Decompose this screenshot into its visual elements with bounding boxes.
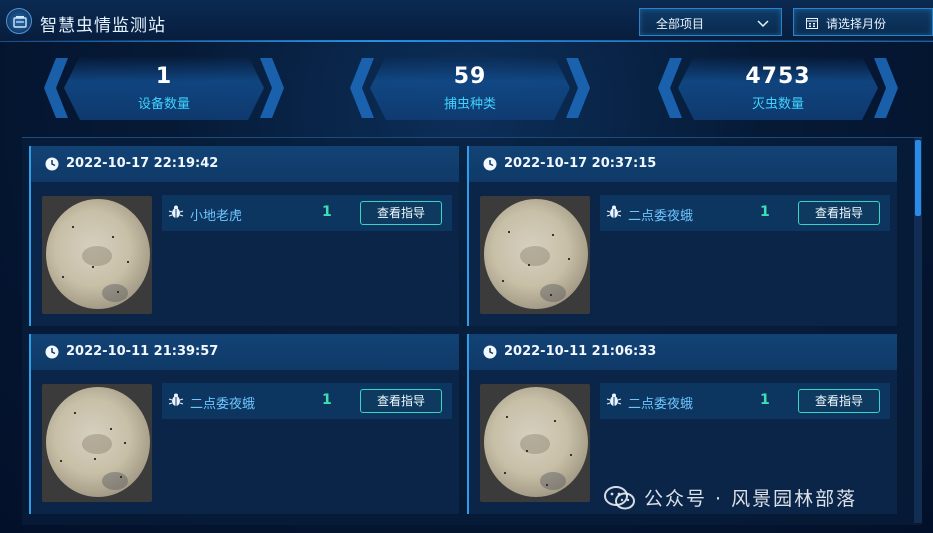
trap-photo[interactable] <box>42 196 152 314</box>
record-body: 二点委夜蛾 1 查看指导 <box>469 182 897 326</box>
clock-icon <box>45 157 59 171</box>
record-header: 2022-10-17 22:19:42 <box>31 146 459 182</box>
trap-photo[interactable] <box>480 196 590 314</box>
wechat-icon <box>604 486 635 510</box>
scrollbar-thumb[interactable] <box>915 140 921 216</box>
pest-name: 二点委夜蛾 <box>190 397 256 412</box>
pest-count: 1 <box>322 392 332 408</box>
stat-label: 灭虫数量 <box>751 97 804 112</box>
bug-icon <box>606 393 622 406</box>
pest-name: 二点委夜蛾 <box>628 397 694 412</box>
stat-device-count: 1 设备数量 <box>44 56 284 120</box>
record-header: 2022-10-11 21:39:57 <box>31 334 459 370</box>
clock-icon <box>483 157 497 171</box>
view-guidance-button[interactable]: 查看指导 <box>360 201 442 225</box>
stat-kill-count: 4753 灭虫数量 <box>658 56 898 120</box>
record-body: 小地老虎 1 查看指导 <box>31 182 459 326</box>
calendar-icon <box>806 17 818 32</box>
view-guidance-button[interactable]: 查看指导 <box>798 389 880 413</box>
pest-name: 二点委夜蛾 <box>628 209 694 224</box>
record-time: 2022-10-11 21:06:33 <box>504 344 657 359</box>
top-header: 智慧虫情监测站 全部项目 请选择月份 <box>0 0 933 42</box>
project-select-value: 全部项目 <box>656 17 705 31</box>
app-title: 智慧虫情监测站 <box>40 16 166 36</box>
pest-row: 小地老虎 1 查看指导 <box>162 195 452 231</box>
month-picker-placeholder: 请选择月份 <box>826 17 887 31</box>
record-time: 2022-10-17 22:19:42 <box>66 156 219 171</box>
trap-photo[interactable] <box>480 384 590 502</box>
stat-species-count: 59 捕虫种类 <box>350 56 590 120</box>
record-time: 2022-10-11 21:39:57 <box>66 344 219 359</box>
record-time: 2022-10-17 20:37:15 <box>504 156 657 171</box>
stat-value: 1 <box>155 64 173 89</box>
view-guidance-button[interactable]: 查看指导 <box>360 389 442 413</box>
record-list: 2022-10-17 22:19:42 小地老虎 1 查看指导 2022-10-… <box>22 137 922 525</box>
stat-value: 59 <box>453 64 487 89</box>
record-card: 2022-10-11 21:39:57 二点委夜蛾 1 查看指导 <box>29 334 459 514</box>
list-scrollbar[interactable] <box>914 138 922 523</box>
pest-row: 二点委夜蛾 1 查看指导 <box>162 383 452 419</box>
clock-icon <box>45 345 59 359</box>
record-header: 2022-10-11 21:06:33 <box>469 334 897 370</box>
pest-count: 1 <box>760 392 770 408</box>
pest-row: 二点委夜蛾 1 查看指导 <box>600 195 890 231</box>
view-guidance-button[interactable]: 查看指导 <box>798 201 880 225</box>
pest-row: 二点委夜蛾 1 查看指导 <box>600 383 890 419</box>
stat-label: 设备数量 <box>137 97 190 112</box>
pest-count: 1 <box>322 204 332 220</box>
record-card: 2022-10-17 22:19:42 小地老虎 1 查看指导 <box>29 146 459 326</box>
trap-photo[interactable] <box>42 384 152 502</box>
bug-icon <box>168 205 184 218</box>
station-logo-icon <box>6 8 32 34</box>
stat-value: 4753 <box>745 64 811 89</box>
pest-count: 1 <box>760 204 770 220</box>
bug-icon <box>606 205 622 218</box>
record-card: 2022-10-17 20:37:15 二点委夜蛾 1 查看指导 <box>467 146 897 326</box>
clock-icon <box>483 345 497 359</box>
bug-icon <box>168 393 184 406</box>
record-header: 2022-10-17 20:37:15 <box>469 146 897 182</box>
project-select[interactable]: 全部项目 <box>639 8 782 36</box>
chevron-down-icon <box>757 17 769 31</box>
record-body: 二点委夜蛾 1 查看指导 <box>31 370 459 514</box>
pest-name: 小地老虎 <box>190 209 243 224</box>
header-divider <box>0 40 933 42</box>
month-picker[interactable]: 请选择月份 <box>793 8 933 36</box>
watermark-text: 公众号 · 风景园林部落 <box>644 488 858 510</box>
stat-label: 捕虫种类 <box>443 97 496 112</box>
